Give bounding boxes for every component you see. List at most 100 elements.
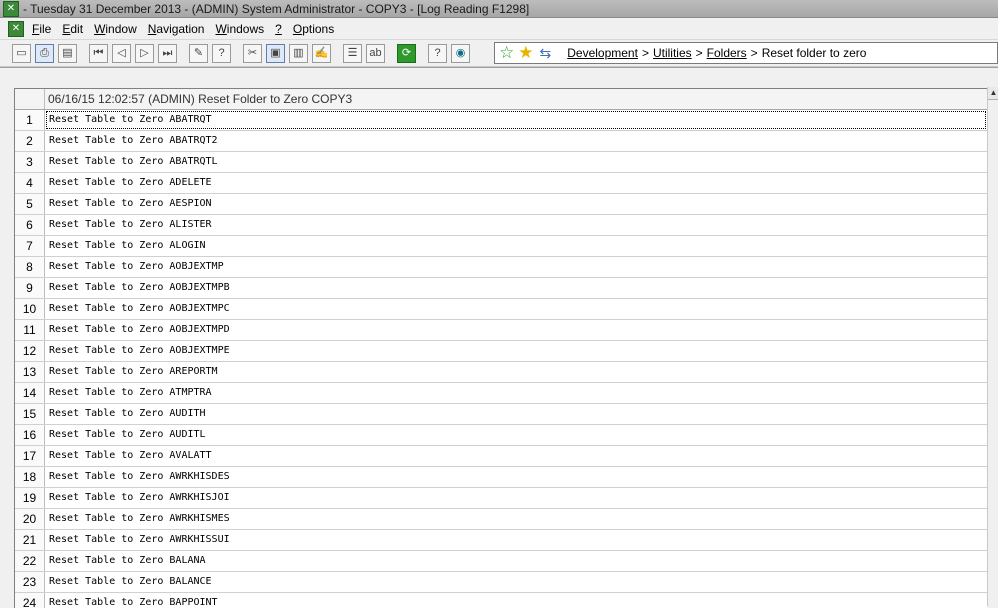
row-text: Reset Table to Zero AOBJEXTMPC xyxy=(49,303,230,314)
table-row[interactable]: 15 Reset Table to Zero AUDITH xyxy=(15,404,987,425)
table-row[interactable]: 18 Reset Table to Zero AWRKHISDES xyxy=(15,467,987,488)
table-row[interactable]: 20 Reset Table to Zero AWRKHISMES xyxy=(15,509,987,530)
breadcrumb-utilities[interactable]: Utilities xyxy=(653,46,692,60)
row-text: Reset Table to Zero BALANCE xyxy=(49,576,212,587)
row-number: 6 xyxy=(15,215,45,235)
table-row[interactable]: 4 Reset Table to Zero ADELETE xyxy=(15,173,987,194)
menu-options[interactable]: Options xyxy=(293,22,334,36)
row-text: Reset Table to Zero AOBJEXTMPE xyxy=(49,345,230,356)
table-row[interactable]: 7 Reset Table to Zero ALOGIN xyxy=(15,236,987,257)
table-row[interactable]: 6 Reset Table to Zero ALISTER xyxy=(15,215,987,236)
row-text: Reset Table to Zero ALOGIN xyxy=(49,240,206,251)
menu-edit[interactable]: Edit xyxy=(62,22,83,36)
row-text: Reset Table to Zero AUDITL xyxy=(49,429,206,440)
attach-icon[interactable]: ✎ xyxy=(189,43,208,63)
table-row[interactable]: 14 Reset Table to Zero ATMPTRA xyxy=(15,383,987,404)
row-number: 9 xyxy=(15,278,45,298)
grid-header-title: 06/16/15 12:02:57 (ADMIN) Reset Folder t… xyxy=(48,92,353,106)
table-row[interactable]: 9 Reset Table to Zero AOBJEXTMPB xyxy=(15,278,987,299)
row-number: 11 xyxy=(15,320,45,340)
row-number: 20 xyxy=(15,509,45,529)
signpost-icon[interactable]: ⇆ xyxy=(540,45,552,62)
content-area: 06/16/15 12:02:57 (ADMIN) Reset Folder t… xyxy=(0,67,998,608)
add-favorite-icon[interactable]: ☆ xyxy=(499,43,514,63)
navigation-bar: ☆ ★ ⇆ Development > Utilities > Folders > Rese… xyxy=(494,42,998,64)
new-doc-icon[interactable]: ▭ xyxy=(12,43,31,63)
row-text: Reset Table to Zero ATMPTRA xyxy=(49,387,212,398)
help-icon[interactable]: ? xyxy=(212,43,231,63)
row-number: 7 xyxy=(15,236,45,256)
row-text: Reset Table to Zero AOBJEXTMPB xyxy=(49,282,230,293)
table-row[interactable]: 19 Reset Table to Zero AWRKHISJOI xyxy=(15,488,987,509)
menu-window[interactable]: Window xyxy=(94,22,137,36)
next-record-icon[interactable]: ▷ xyxy=(135,43,154,63)
row-number: 4 xyxy=(15,173,45,193)
row-text: Reset Table to Zero AOBJEXTMPD xyxy=(49,324,230,335)
menu-windows[interactable]: Windows xyxy=(215,22,264,36)
row-number: 14 xyxy=(15,383,45,403)
print-preview-icon[interactable]: ▤ xyxy=(58,43,77,63)
tool-d-icon[interactable]: ✍ xyxy=(312,43,331,63)
menu-file[interactable]: File xyxy=(32,22,51,36)
scroll-up-icon[interactable]: ▲ xyxy=(988,87,998,100)
row-number: 23 xyxy=(15,572,45,592)
table-row[interactable]: 1 Reset Table to Zero ABATRQT xyxy=(15,110,987,131)
row-text: Reset Table to Zero ALISTER xyxy=(49,219,212,230)
tool-a-icon[interactable]: ✂ xyxy=(243,43,262,63)
tool-b-icon[interactable]: ▣ xyxy=(266,43,285,63)
refresh-icon[interactable]: ⟳ xyxy=(397,43,416,63)
row-number: 1 xyxy=(15,110,45,130)
row-number: 5 xyxy=(15,194,45,214)
table-row[interactable]: 13 Reset Table to Zero AREPORTM xyxy=(15,362,987,383)
row-text: Reset Table to Zero BALANA xyxy=(49,555,206,566)
first-record-icon[interactable]: ⏮ xyxy=(89,43,108,63)
row-number: 3 xyxy=(15,152,45,172)
row-text: Reset Table to Zero AWRKHISJOI xyxy=(49,492,230,503)
question-icon[interactable]: ? xyxy=(428,43,447,63)
vertical-scrollbar[interactable]: ▲ xyxy=(987,87,998,606)
breadcrumb-development[interactable]: Development xyxy=(567,46,638,60)
row-number: 13 xyxy=(15,362,45,382)
app-menu-icon[interactable]: ✕ xyxy=(8,20,24,37)
table-row[interactable]: 21 Reset Table to Zero AWRKHISSUI xyxy=(15,530,987,551)
monitor-icon[interactable]: ◉ xyxy=(451,43,470,63)
row-text: Reset Table to Zero AWRKHISDES xyxy=(49,471,230,482)
log-grid: 06/16/15 12:02:57 (ADMIN) Reset Folder t… xyxy=(14,88,987,608)
menu-help[interactable]: ? xyxy=(275,22,282,36)
row-text: Reset Table to Zero AVALATT xyxy=(49,450,212,461)
row-text: Reset Table to Zero AREPORTM xyxy=(49,366,218,377)
title-bar: ✕ - Tuesday 31 December 2013 - (ADMIN) S… xyxy=(0,0,998,18)
table-row[interactable]: 2 Reset Table to Zero ABATRQT2 xyxy=(15,131,987,152)
breadcrumb-folders[interactable]: Folders xyxy=(707,46,747,60)
app-logo-icon: ✕ xyxy=(3,0,19,17)
print-icon[interactable]: ⎙ xyxy=(35,43,54,63)
row-number: 8 xyxy=(15,257,45,277)
row-text: Reset Table to Zero ADELETE xyxy=(49,177,212,188)
list-icon[interactable]: ☰ xyxy=(343,43,362,63)
tool-c-icon[interactable]: ▥ xyxy=(289,43,308,63)
row-number: 2 xyxy=(15,131,45,151)
row-text: Reset Table to Zero AUDITH xyxy=(49,408,206,419)
menu-navigation[interactable]: Navigation xyxy=(148,22,205,36)
table-row[interactable]: 5 Reset Table to Zero AESPION xyxy=(15,194,987,215)
table-row[interactable]: 17 Reset Table to Zero AVALATT xyxy=(15,446,987,467)
last-record-icon[interactable]: ⏭ xyxy=(158,43,177,63)
menu-bar: ✕ File Edit Window Navigation Windows ? … xyxy=(0,18,998,40)
window-title: - Tuesday 31 December 2013 - (ADMIN) Sys… xyxy=(23,1,530,16)
previous-record-icon[interactable]: ◁ xyxy=(112,43,131,63)
table-row[interactable]: 16 Reset Table to Zero AUDITL xyxy=(15,425,987,446)
row-text: Reset Table to Zero ABATRQT2 xyxy=(49,135,218,146)
table-row[interactable]: 3 Reset Table to Zero ABATRQTL xyxy=(15,152,987,173)
text-field-icon[interactable]: ab xyxy=(366,43,385,63)
row-text: Reset Table to Zero ABATRQT xyxy=(45,110,987,130)
breadcrumb-current: Reset folder to zero xyxy=(761,46,867,60)
table-row[interactable]: 10 Reset Table to Zero AOBJEXTMPC xyxy=(15,299,987,320)
row-number: 19 xyxy=(15,488,45,508)
row-number: 16 xyxy=(15,425,45,445)
table-row[interactable]: 23 Reset Table to Zero BALANCE xyxy=(15,572,987,593)
table-row[interactable]: 11 Reset Table to Zero AOBJEXTMPD xyxy=(15,320,987,341)
table-row[interactable]: 12 Reset Table to Zero AOBJEXTMPE xyxy=(15,341,987,362)
table-row[interactable]: 22 Reset Table to Zero BALANA xyxy=(15,551,987,572)
table-row[interactable]: 8 Reset Table to Zero AOBJEXTMP xyxy=(15,257,987,278)
favorites-icon[interactable]: ★ xyxy=(518,43,533,63)
